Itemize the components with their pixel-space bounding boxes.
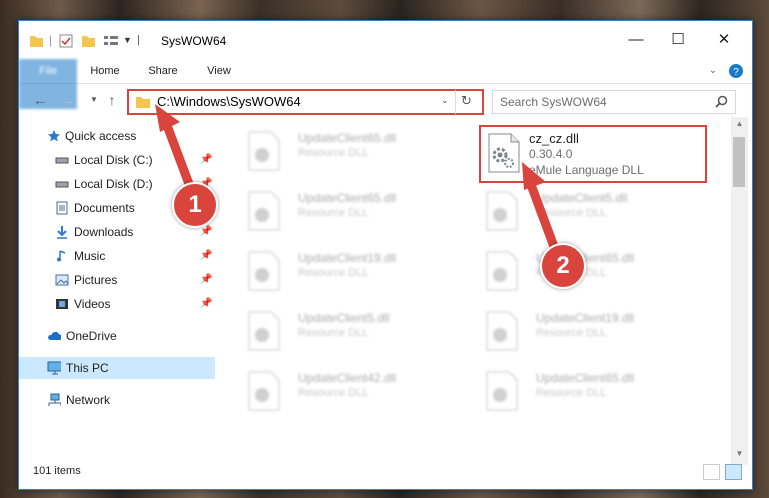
step-2-badge: 2 <box>540 243 586 289</box>
step-1-badge: 1 <box>172 182 218 228</box>
annotation-arrows <box>155 104 561 257</box>
